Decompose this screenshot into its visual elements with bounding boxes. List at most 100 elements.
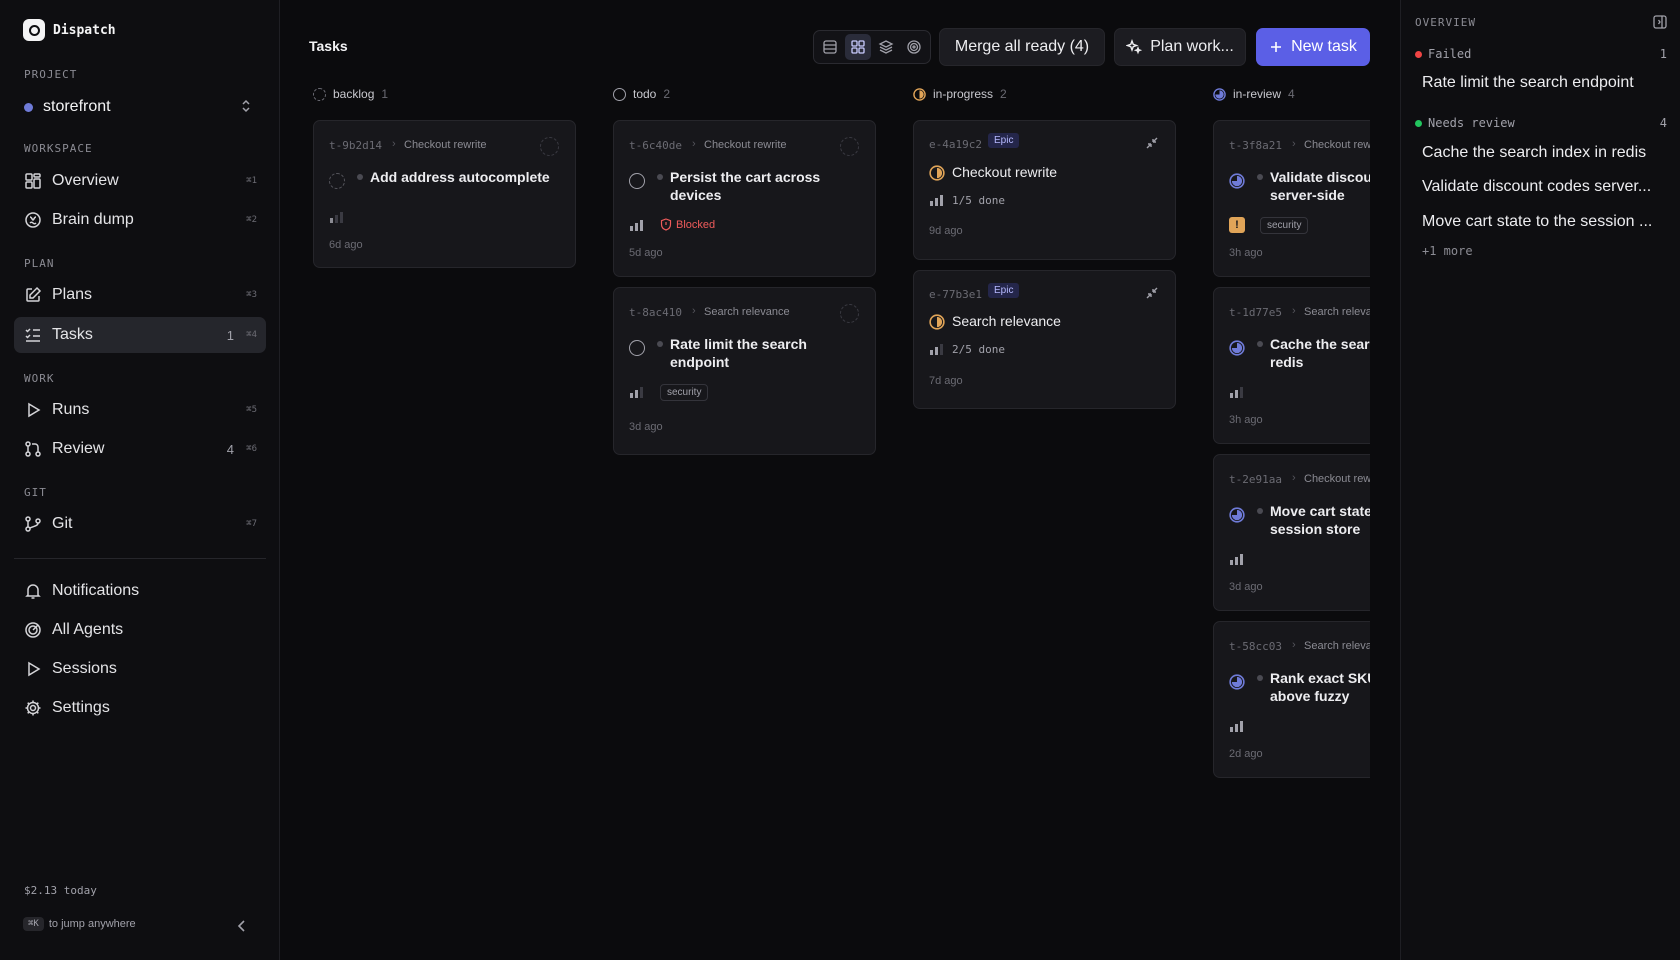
- overview-panel: OVERVIEW Failed 1 Rate limit the search …: [1400, 0, 1680, 960]
- checklist-icon: [24, 326, 42, 344]
- blocked-badge: Blocked: [660, 218, 715, 231]
- sidebar-item-git[interactable]: Git ⌘7: [14, 506, 266, 542]
- parent-epic: Search releva: [1304, 640, 1372, 652]
- assign-agent-icon[interactable]: [840, 304, 859, 323]
- epic-badge: Epic: [988, 283, 1020, 298]
- overview-item[interactable]: Cache the search index in redis: [1415, 138, 1667, 168]
- project-switcher[interactable]: storefront: [14, 92, 266, 122]
- grid-icon: [24, 172, 42, 190]
- sidebar-item-tasks[interactable]: Tasks 1 ⌘4: [14, 317, 266, 353]
- toggle-panel-icon[interactable]: [1652, 14, 1668, 30]
- task-card[interactable]: t-6c40de › Checkout rewrite Persist the …: [613, 120, 876, 277]
- plan-work-button[interactable]: Plan work...: [1114, 28, 1246, 66]
- view-switcher: [813, 30, 931, 64]
- priority-high-icon: [630, 220, 643, 231]
- assign-agent-icon[interactable]: [540, 137, 559, 156]
- in-review-status-icon: [1229, 674, 1245, 690]
- collapse-sidebar-chevron-left-icon[interactable]: [234, 918, 250, 934]
- backlog-status-icon: [313, 87, 326, 101]
- new-task-label: New task: [1291, 38, 1357, 55]
- sidebar-item-notifications[interactable]: Notifications: [14, 573, 266, 609]
- todo-status-icon: [629, 340, 645, 356]
- column-count: 1: [381, 87, 389, 101]
- collapse-arrows-icon[interactable]: [1145, 136, 1159, 150]
- sidebar-item-settings[interactable]: Settings: [14, 690, 266, 726]
- show-more-link[interactable]: +1 more: [1422, 244, 1473, 258]
- new-task-button[interactable]: New task: [1256, 28, 1370, 66]
- target-icon: [907, 40, 921, 54]
- epic-card[interactable]: e-4a19c2 Epic Checkout rewrite 1/5 done …: [913, 120, 1176, 260]
- task-card[interactable]: t-8ac410 › Search relevance Rate limit t…: [613, 287, 876, 455]
- chevron-updown-icon: [242, 99, 250, 113]
- task-age: 3h ago: [1229, 247, 1263, 259]
- overview-item[interactable]: Rate limit the search endpoint: [1415, 68, 1667, 98]
- edit-icon: [24, 286, 42, 304]
- epic-progress: 2/5 done: [952, 343, 1005, 356]
- group-count: 4: [1659, 116, 1667, 130]
- assign-agent-icon[interactable]: [840, 137, 859, 156]
- task-id: t-2e91aa: [1229, 473, 1282, 486]
- brand[interactable]: Dispatch: [23, 19, 116, 41]
- urgent-priority-icon: !: [1229, 217, 1245, 233]
- breadcrumb-chevron-icon: ›: [1292, 639, 1296, 651]
- sidebar-item-all-agents[interactable]: All Agents: [14, 612, 266, 648]
- group-label: Needs review: [1428, 116, 1515, 130]
- priority-dot: [657, 174, 663, 180]
- sidebar-item-sessions[interactable]: Sessions: [14, 651, 266, 687]
- plan-work-label: Plan work...: [1150, 38, 1234, 55]
- overview-item[interactable]: Move cart state to the session ...: [1415, 207, 1667, 237]
- shield-alert-icon: [660, 218, 672, 231]
- task-title-line-1: Rank exact SKU: [1270, 670, 1378, 686]
- sidebar-item-plans[interactable]: Plans ⌘3: [14, 277, 266, 313]
- column-name: in-review: [1233, 87, 1282, 101]
- priority-dot: [357, 174, 363, 180]
- task-title-line-1: Validate discou: [1270, 169, 1372, 185]
- command-palette-hint[interactable]: ⌘K to jump anywhere: [23, 917, 136, 931]
- tasks-count-badge: 1: [226, 327, 234, 343]
- list-view-button[interactable]: [817, 34, 843, 60]
- task-id: t-9b2d14: [329, 139, 382, 152]
- shortcut-hint: ⌘3: [246, 290, 257, 300]
- collapse-arrows-icon[interactable]: [1145, 286, 1159, 300]
- breadcrumb-chevron-icon: ›: [1292, 472, 1296, 484]
- parent-epic: Checkout rew: [1304, 139, 1372, 151]
- tag-security: security: [1260, 217, 1309, 234]
- breadcrumb-chevron-icon: ›: [1292, 305, 1296, 317]
- overview-item[interactable]: Validate discount codes server...: [1415, 172, 1667, 202]
- task-title-line-2: redis: [1270, 354, 1304, 370]
- priority-medium-icon: [1230, 387, 1243, 398]
- target-view-button[interactable]: [901, 34, 927, 60]
- parent-epic: Checkout rew: [1304, 473, 1372, 485]
- play-icon: [24, 660, 42, 678]
- task-title-line-1: Cache the searc: [1270, 336, 1378, 352]
- task-id: t-6c40de: [629, 139, 682, 152]
- board-view-button[interactable]: [845, 34, 871, 60]
- dispatch-logo-icon: [23, 19, 45, 41]
- task-id: t-8ac410: [629, 306, 682, 319]
- epic-card[interactable]: e-77b3e1 Epic Search relevance 2/5 done …: [913, 270, 1176, 409]
- sidebar-item-overview[interactable]: Overview ⌘1: [14, 163, 266, 199]
- epic-title: Search relevance: [952, 313, 1061, 329]
- task-title-line-1: Move cart state: [1270, 503, 1372, 519]
- in-review-status-icon: [1229, 340, 1245, 356]
- gear-icon: [24, 699, 42, 717]
- in-review-status-icon: [1229, 173, 1245, 189]
- task-id: t-58cc03: [1229, 640, 1282, 653]
- shortcut-hint: ⌘7: [246, 519, 257, 529]
- task-card[interactable]: t-9b2d14 › Checkout rewrite Add address …: [313, 120, 576, 268]
- task-title-line-2: session store: [1270, 521, 1361, 537]
- priority-medium-icon: [630, 387, 643, 398]
- column-count: 2: [1000, 87, 1007, 101]
- column-count: 2: [663, 87, 671, 101]
- sidebar-item-review[interactable]: Review 4 ⌘6: [14, 431, 266, 467]
- sidebar-item-brain-dump[interactable]: Brain dump ⌘2: [14, 202, 266, 238]
- merge-all-ready-button[interactable]: Merge all ready (4): [939, 28, 1105, 66]
- task-id: t-3f8a21: [1229, 139, 1282, 152]
- task-age: 6d ago: [329, 239, 363, 251]
- priority-dot: [1257, 508, 1263, 514]
- in-progress-status-icon: [913, 87, 926, 101]
- sidebar-item-runs[interactable]: Runs ⌘5: [14, 392, 266, 428]
- layers-view-button[interactable]: [873, 34, 899, 60]
- column-header-backlog: backlog 1: [313, 87, 388, 101]
- failed-status-dot: [1415, 50, 1422, 58]
